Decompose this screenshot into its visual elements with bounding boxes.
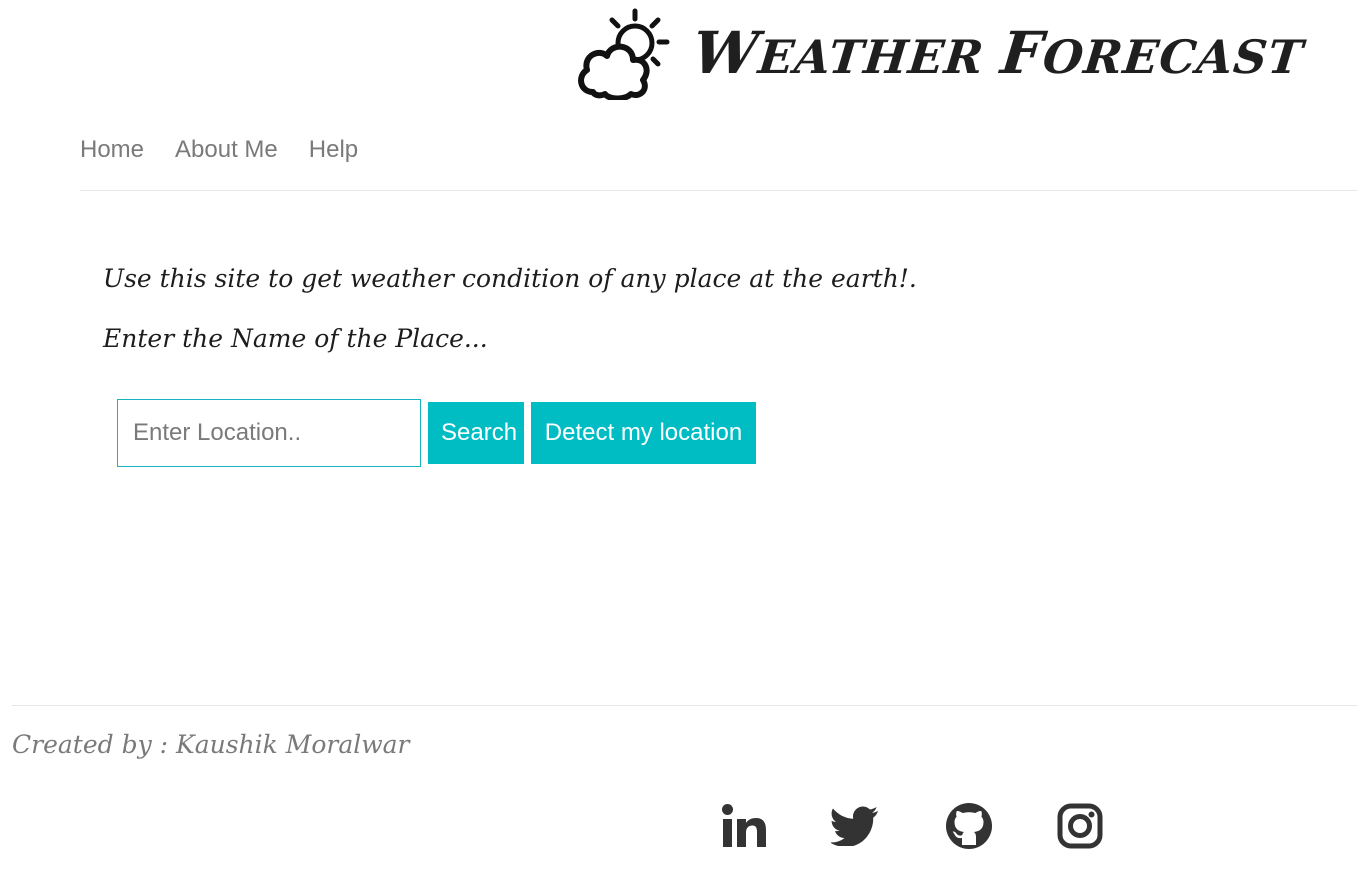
nav-divider — [80, 190, 1357, 191]
nav-item-about-me[interactable]: About Me — [175, 136, 278, 164]
nav-item-home[interactable]: Home — [80, 136, 144, 164]
site-title-part: ORECAST — [1040, 30, 1307, 84]
detect-location-button[interactable]: Detect my location — [531, 402, 756, 464]
site-title: WEATHER FORECAST — [689, 19, 1307, 87]
twitter-link[interactable] — [831, 802, 879, 850]
intro-text: Use this site to get weather condition o… — [103, 264, 917, 293]
site-title-part: EATHER — [755, 30, 1004, 84]
prompt-text: Enter the Name of the Place... — [103, 324, 488, 353]
github-icon — [946, 803, 992, 849]
site-logo: WEATHER FORECAST — [575, 6, 1307, 100]
instagram-icon — [1057, 803, 1103, 849]
location-input[interactable] — [117, 399, 421, 467]
footer-credit: Created by : Kaushik Moralwar — [12, 730, 410, 759]
twitter-icon — [831, 806, 878, 846]
site-title-part: F — [997, 19, 1048, 87]
main-nav: Home About Me Help — [80, 136, 358, 164]
nav-item-help[interactable]: Help — [309, 136, 358, 164]
github-link[interactable] — [945, 802, 993, 850]
footer-divider — [12, 705, 1357, 706]
search-form: Search Detect my location — [117, 399, 756, 467]
instagram-link[interactable] — [1056, 802, 1104, 850]
search-button[interactable]: Search — [428, 402, 524, 464]
linkedin-icon — [722, 804, 766, 847]
weather-sun-cloud-icon — [578, 8, 670, 100]
site-title-part: W — [689, 19, 763, 87]
linkedin-link[interactable] — [720, 802, 768, 850]
